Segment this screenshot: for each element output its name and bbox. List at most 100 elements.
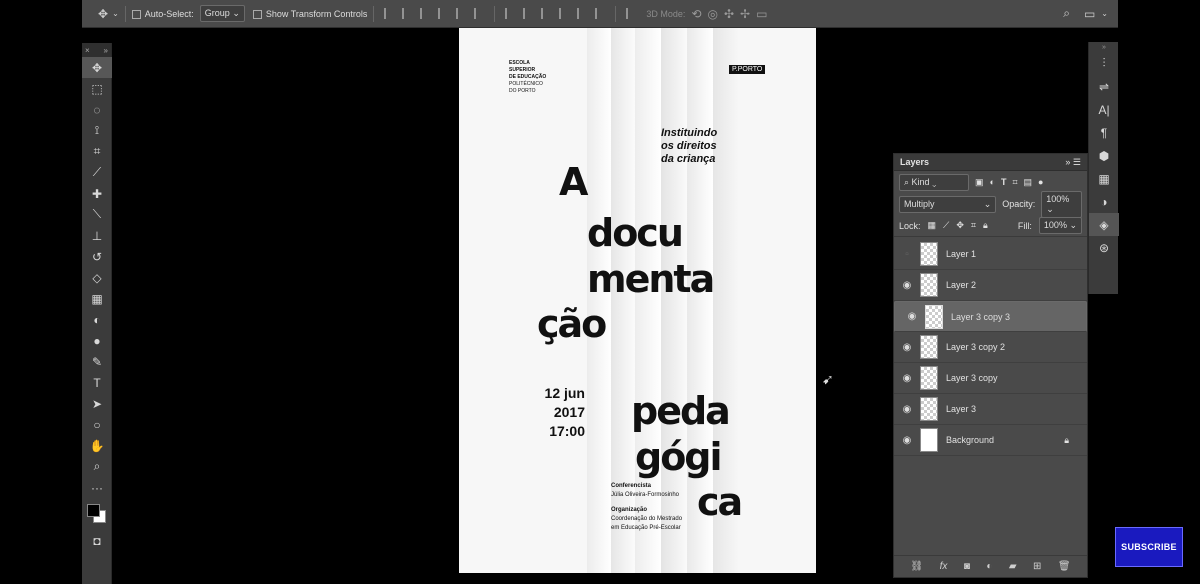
new-group-icon[interactable]: ▰ <box>1009 561 1017 572</box>
stamp-tool-icon[interactable]: ⊥ <box>82 225 112 246</box>
chevron-down-icon[interactable]: ⌄ <box>112 9 119 18</box>
layer-row[interactable]: ◉ Layer 3 copy 2 <box>894 332 1087 363</box>
filter-pixel-icon[interactable]: ▣ <box>975 177 984 188</box>
layer-row[interactable]: ▫ Layer 1 <box>894 239 1087 270</box>
adjustment-layer-icon[interactable]: ◐ <box>986 561 992 572</box>
collapse-icon[interactable]: » <box>104 46 108 55</box>
orbit-3d-icon[interactable]: ⟲ <box>691 7 701 21</box>
brush-tool-icon[interactable]: ⟍ <box>82 204 112 225</box>
brush-settings-icon[interactable]: ⫶ <box>1089 52 1119 75</box>
add-mask-icon[interactable]: ◙ <box>964 561 970 572</box>
align-vcenter-icon[interactable] <box>402 8 412 19</box>
quick-select-tool-icon[interactable]: ⟟ <box>82 120 112 141</box>
layer-row[interactable]: ◉ Layer 2 <box>894 270 1087 301</box>
move-tool-icon[interactable]: ✥ <box>82 57 112 78</box>
layer-row-selected[interactable]: ◉ Layer 3 copy 3 <box>894 301 1087 332</box>
adjustments-icon[interactable]: ◑ <box>1089 190 1119 213</box>
adjust-sliders-icon[interactable]: ⇌ <box>1089 75 1119 98</box>
type-tool-icon[interactable]: T <box>82 372 112 393</box>
lock-transparent-icon[interactable]: ▦ <box>928 220 937 231</box>
more-tools-icon[interactable]: ··· <box>82 477 112 498</box>
distribute-bottom-icon[interactable] <box>541 8 551 19</box>
history-brush-icon[interactable]: ↺ <box>82 246 112 267</box>
distribute-hcenter-icon[interactable] <box>577 8 587 19</box>
distribute-top-icon[interactable] <box>505 8 515 19</box>
hand-tool-icon[interactable]: ✋ <box>82 435 112 456</box>
trash-icon[interactable]: 🗑︎ <box>1058 561 1071 572</box>
layer-row[interactable]: ◉ Layer 3 <box>894 394 1087 425</box>
healing-brush-icon[interactable]: ✚ <box>82 183 112 204</box>
grid-panel-icon[interactable]: ▦ <box>1089 167 1119 190</box>
distribute-left-icon[interactable] <box>559 8 569 19</box>
eye-icon[interactable]: ◉ <box>894 404 920 415</box>
lasso-tool-icon[interactable]: ◌ <box>82 99 112 120</box>
layers-tab[interactable]: Layers <box>900 157 929 167</box>
filter-kind-dropdown[interactable]: ⌕ Kind ⌄ <box>899 173 969 191</box>
eye-icon[interactable]: ◉ <box>894 342 920 353</box>
marquee-tool-icon[interactable]: ⬚ <box>82 78 112 99</box>
eye-icon[interactable]: ◉ <box>894 373 920 384</box>
show-transform-checkbox[interactable] <box>252 8 266 19</box>
eye-icon[interactable]: ◉ <box>894 435 920 446</box>
align-right-icon[interactable] <box>474 8 484 19</box>
lock-paint-icon[interactable]: ⟋ <box>943 220 949 231</box>
layers-panel-icon[interactable]: ◈ <box>1089 213 1119 236</box>
eye-icon[interactable]: ◉ <box>894 280 920 291</box>
blend-mode-dropdown[interactable]: Multiply ⌄ <box>899 195 997 213</box>
close-icon[interactable]: × <box>85 46 90 55</box>
distribute-vcenter-icon[interactable] <box>523 8 533 19</box>
layer-row[interactable]: ◉ Layer 3 copy <box>894 363 1087 394</box>
visibility-toggle[interactable]: ▫ <box>894 249 920 260</box>
align-top-icon[interactable] <box>384 8 394 19</box>
filter-adjust-icon[interactable]: ◐ <box>990 177 995 187</box>
panel-menu-icon[interactable]: » ☰ <box>1065 157 1081 168</box>
subscribe-button[interactable]: SUBSCRIBE <box>1115 527 1183 567</box>
fx-icon[interactable]: fx <box>940 561 948 572</box>
fill-field[interactable]: 100% ⌄ <box>1038 217 1082 234</box>
filter-type-icon[interactable]: T <box>1001 177 1007 187</box>
zoom-tool-icon[interactable]: ⌕ <box>82 456 112 477</box>
slide-3d-icon[interactable]: ✢ <box>740 7 750 21</box>
new-layer-icon[interactable]: ⊞ <box>1033 561 1041 572</box>
search-icon[interactable]: ⌕ <box>1063 6 1070 21</box>
link-layers-icon[interactable]: ⛓ <box>910 561 923 572</box>
lock-all-icon[interactable]: 🔒︎ <box>983 220 988 231</box>
eye-icon[interactable]: ◉ <box>899 311 925 322</box>
quick-mask-icon[interactable]: ◘ <box>82 530 112 551</box>
filter-toggle-icon[interactable]: ● <box>1038 177 1043 187</box>
document-canvas[interactable]: ESCOLA SUPERIOR DE EDUCAÇÃO POLITÉCNICO … <box>459 28 816 573</box>
collapse-icon[interactable]: » <box>1089 42 1119 52</box>
auto-select-dropdown[interactable]: Group ⌄ <box>199 5 245 22</box>
lock-artboard-icon[interactable]: ⌗ <box>971 220 976 231</box>
lock-position-icon[interactable]: ✥ <box>956 220 964 231</box>
move-tool-icon[interactable]: ✥ <box>98 7 108 21</box>
eyedropper-tool-icon[interactable]: ⟋ <box>82 162 112 183</box>
eraser-tool-icon[interactable]: ◇ <box>82 267 112 288</box>
filter-shape-icon[interactable]: ⌗ <box>1012 177 1017 188</box>
shape-tool-icon[interactable]: ○ <box>82 414 112 435</box>
auto-select-checkbox[interactable] <box>131 8 145 19</box>
dodge-tool-icon[interactable]: ● <box>82 330 112 351</box>
blur-tool-icon[interactable]: ◐ <box>82 309 112 330</box>
workspace-icon[interactable]: ▭ <box>1084 7 1095 21</box>
distribute-right-icon[interactable] <box>595 8 605 19</box>
filter-smart-icon[interactable]: ▤ <box>1024 177 1033 188</box>
roll-3d-icon[interactable]: ◎ <box>708 7 718 21</box>
chevron-down-icon[interactable]: ⌄ <box>1101 9 1108 18</box>
color-swatches[interactable] <box>82 498 112 530</box>
path-select-icon[interactable]: ➤ <box>82 393 112 414</box>
character-panel-icon[interactable]: A| <box>1089 98 1119 121</box>
align-bottom-icon[interactable] <box>420 8 430 19</box>
scale-3d-icon[interactable]: ▭ <box>756 7 767 21</box>
channels-icon[interactable]: ⊛ <box>1089 236 1119 259</box>
align-left-icon[interactable] <box>438 8 448 19</box>
drag-3d-icon[interactable]: ✣ <box>724 7 734 21</box>
gradient-tool-icon[interactable]: ▦ <box>82 288 112 309</box>
layer-row[interactable]: ◉ Background 🔒︎ <box>894 425 1087 456</box>
auto-align-icon[interactable] <box>626 8 636 19</box>
crop-tool-icon[interactable]: ⌗ <box>82 141 112 162</box>
opacity-field[interactable]: 100% ⌄ <box>1041 190 1082 218</box>
pen-tool-icon[interactable]: ✎ <box>82 351 112 372</box>
align-hcenter-icon[interactable] <box>456 8 466 19</box>
3d-panel-icon[interactable]: ⬢ <box>1089 144 1119 167</box>
